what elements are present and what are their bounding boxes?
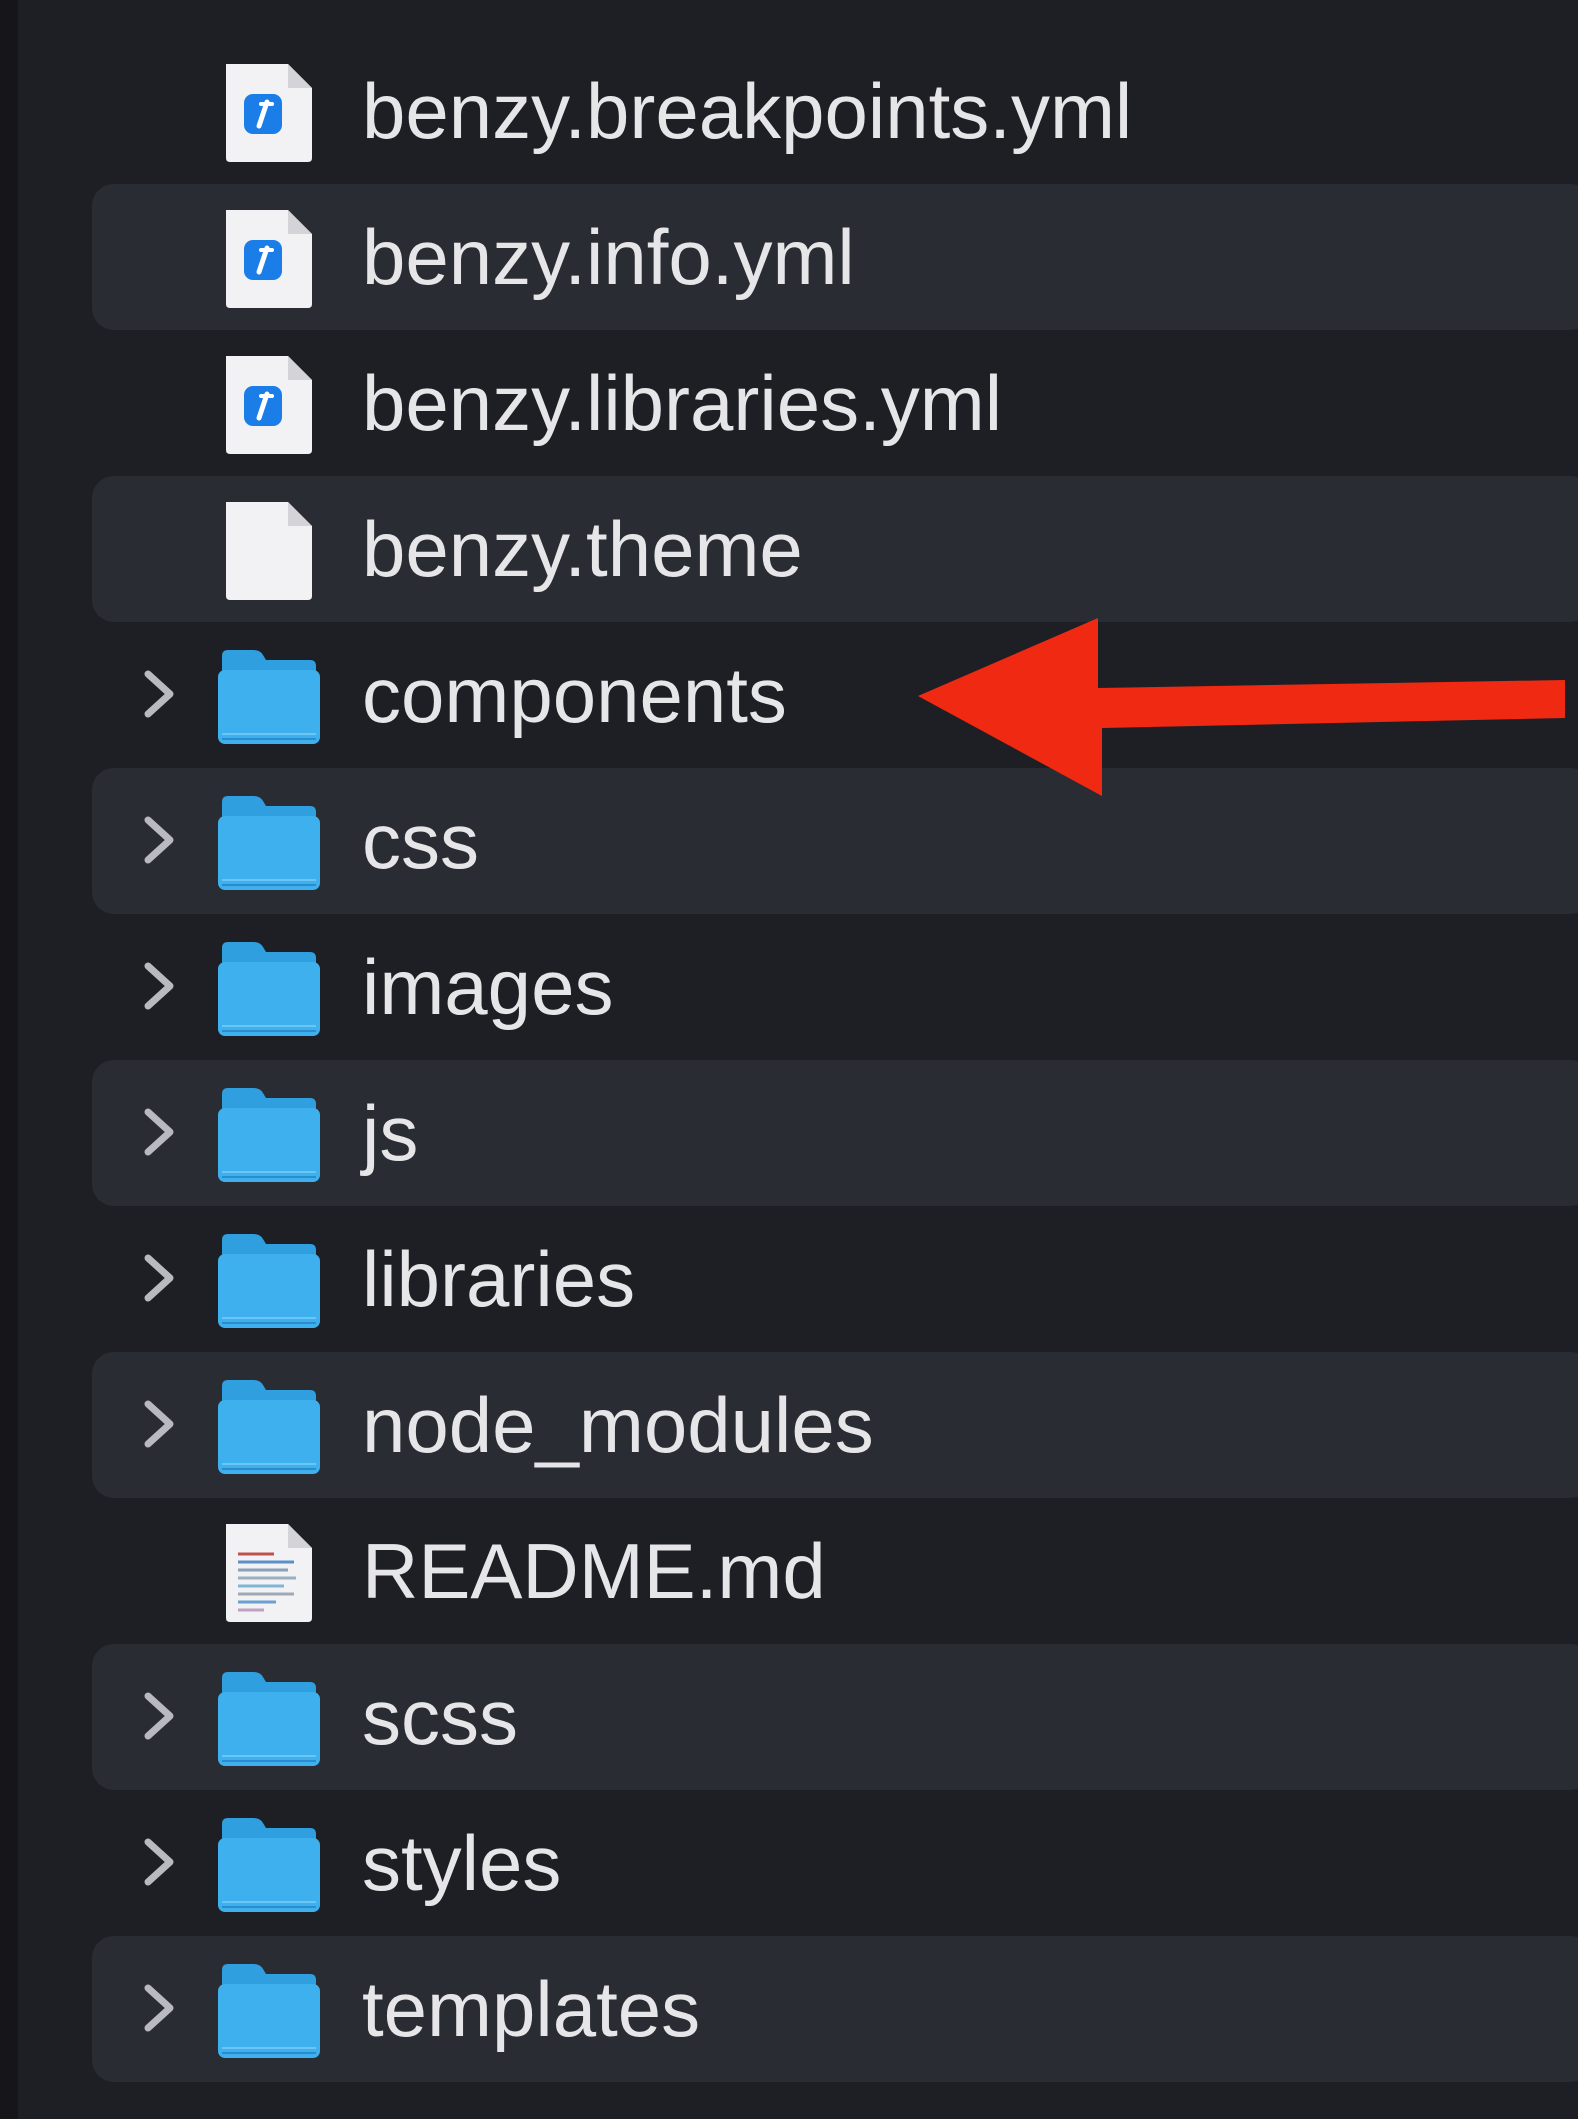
item-name: README.md xyxy=(362,1527,826,1615)
file-row[interactable]: benzy.info.yml xyxy=(0,184,1578,330)
folder-icon xyxy=(218,1818,320,1912)
item-name: libraries xyxy=(362,1235,636,1323)
blank-file-icon xyxy=(226,502,312,600)
file-row[interactable]: benzy.libraries.yml xyxy=(0,330,1578,476)
folder-icon xyxy=(218,1234,320,1328)
folder-icon xyxy=(218,796,320,890)
folder-row[interactable]: node_modules xyxy=(0,1352,1578,1498)
folder-icon xyxy=(218,650,320,744)
folder-row[interactable]: images xyxy=(0,914,1578,1060)
disclosure-chevron-icon[interactable] xyxy=(133,1690,185,1742)
item-name: js xyxy=(362,1089,419,1177)
item-name: scss xyxy=(362,1673,518,1761)
folder-row[interactable]: js xyxy=(0,1060,1578,1206)
file-row[interactable]: README.md xyxy=(0,1498,1578,1644)
item-name: node_modules xyxy=(362,1381,874,1469)
item-name: benzy.theme xyxy=(362,505,803,593)
disclosure-chevron-icon[interactable] xyxy=(133,960,185,1012)
folder-row[interactable]: components xyxy=(0,622,1578,768)
disclosure-chevron-icon[interactable] xyxy=(133,668,185,720)
folder-icon xyxy=(218,1672,320,1766)
item-name: benzy.breakpoints.yml xyxy=(362,67,1133,155)
yml-file-icon xyxy=(226,356,312,454)
file-list: benzy.breakpoints.yml benzy.info.yml benzy… xyxy=(0,38,1578,2082)
yml-file-icon xyxy=(226,64,312,162)
folder-icon xyxy=(218,1088,320,1182)
item-name: images xyxy=(362,943,614,1031)
disclosure-chevron-icon[interactable] xyxy=(133,814,185,866)
file-row[interactable]: benzy.theme xyxy=(0,476,1578,622)
item-name: templates xyxy=(362,1965,701,2053)
folder-row[interactable]: scss xyxy=(0,1644,1578,1790)
disclosure-chevron-icon[interactable] xyxy=(133,1252,185,1304)
disclosure-chevron-icon[interactable] xyxy=(133,1836,185,1888)
disclosure-chevron-icon[interactable] xyxy=(133,1106,185,1158)
yml-file-icon xyxy=(226,210,312,308)
folder-icon xyxy=(218,942,320,1036)
folder-row[interactable]: libraries xyxy=(0,1206,1578,1352)
item-name: benzy.libraries.yml xyxy=(362,359,1003,447)
item-name: css xyxy=(362,797,479,885)
item-name: styles xyxy=(362,1819,562,1907)
item-name: benzy.info.yml xyxy=(362,213,855,301)
file-row[interactable]: benzy.breakpoints.yml xyxy=(0,38,1578,184)
folder-icon xyxy=(218,1964,320,2058)
disclosure-chevron-icon[interactable] xyxy=(133,1398,185,1450)
folder-icon xyxy=(218,1380,320,1474)
folder-row[interactable]: css xyxy=(0,768,1578,914)
folder-row[interactable]: styles xyxy=(0,1790,1578,1936)
text-document-icon xyxy=(226,1524,312,1622)
disclosure-chevron-icon[interactable] xyxy=(133,1982,185,2034)
folder-row[interactable]: templates xyxy=(0,1936,1578,2082)
item-name: components xyxy=(362,651,787,739)
